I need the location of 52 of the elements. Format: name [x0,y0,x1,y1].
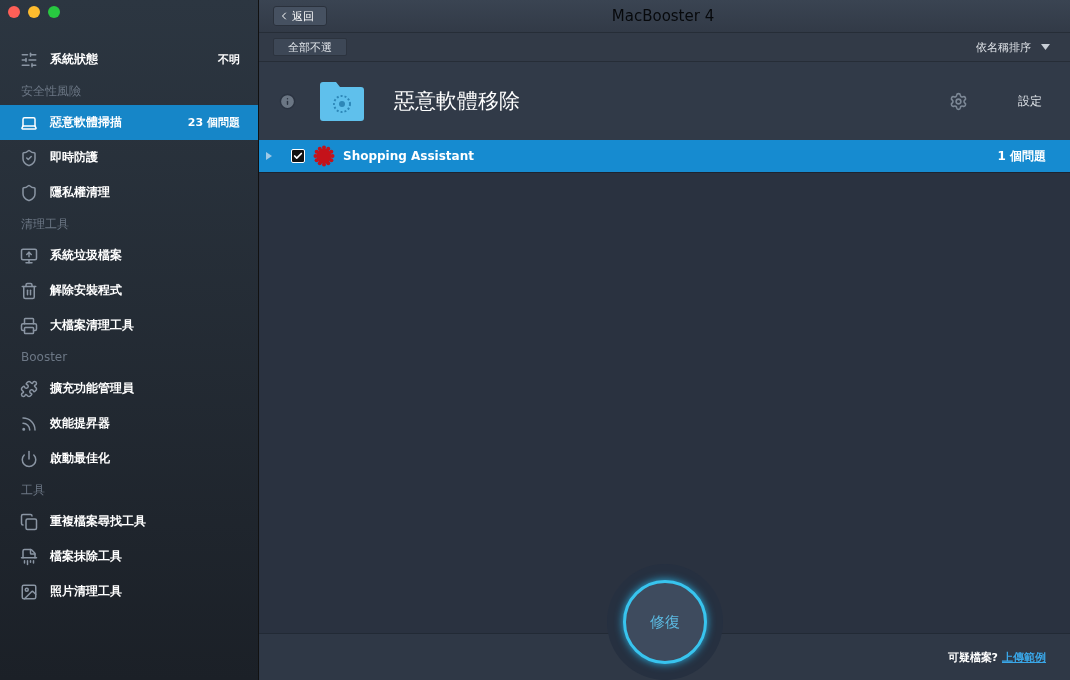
sidebar-section-label: 安全性風險 [20,82,82,100]
section-title: 惡意軟體移除 [394,88,521,115]
fix-button[interactable]: 修復 [623,580,707,664]
sidebar-item[interactable]: 隱私權清理 [0,175,258,210]
sidebar-item-icon [20,50,38,69]
sidebar-item-icon [20,449,38,468]
sidebar-item-status-text: 23 個問題 [187,115,240,130]
sidebar-item-icon [20,582,38,601]
sidebar-item[interactable]: 即時防護 [0,140,258,175]
sidebar-item-icon [20,512,38,531]
info-icon[interactable] [279,92,296,110]
sidebar-item[interactable]: 效能提昇器 [0,406,258,441]
threat-name: Shopping Assistant [343,149,474,163]
settings-button[interactable]: 設定 [1012,91,1048,111]
virus-icon [313,145,335,167]
suspicious-file-text: 可疑檔案? [947,649,998,665]
sidebar-item[interactable]: 系統狀態 不明 [0,42,258,77]
upload-sample-link[interactable]: 上傳範例 [1002,649,1046,665]
sidebar-item-icon [20,246,38,265]
folder-icon [318,81,366,121]
sidebar-item[interactable]: 擴充功能管理員 [0,371,258,406]
sidebar-item-icon [20,547,38,566]
caret-icon [1041,44,1050,50]
sidebar-item-icon [20,281,38,300]
sidebar-item-icon [20,414,38,433]
sidebar-item[interactable]: 解除安裝程式 [0,273,258,308]
sidebar-section-label: 清理工具 [20,215,70,233]
row-checkbox[interactable] [291,149,305,163]
close-button[interactable] [8,6,20,18]
deselect-all-button[interactable]: 全部不選 [273,38,347,56]
zoom-button[interactable] [48,6,60,18]
sidebar-item[interactable]: 系統垃圾檔案 [0,238,258,273]
issue-count: 1 個問題 [997,147,1046,165]
sidebar-section-label: 工具 [20,481,46,499]
sidebar-item-icon [20,379,38,398]
sidebar-item[interactable]: 檔案抹除工具 [0,539,258,574]
window-title: MacBooster 4 [610,7,716,25]
sidebar-item[interactable]: 惡意軟體掃描 23 個問題 [0,105,258,140]
sidebar-item[interactable]: 重複檔案尋找工具 [0,504,258,539]
sidebar-item-status-text: 不明 [218,52,240,67]
sidebar-item-icon [20,183,38,202]
sort-dropdown[interactable]: 依名稱排序 [970,38,1056,56]
settings-icon[interactable] [949,91,968,111]
sidebar-item-icon [20,148,38,167]
sidebar-item[interactable]: 大檔案清理工具 [0,308,258,343]
back-button[interactable]: 返回 [273,6,327,26]
sidebar-item[interactable]: 照片清理工具 [0,574,258,609]
threat-row[interactable]: Shopping Assistant 1 個問題 [259,140,1070,173]
sidebar-item-icon [20,316,38,335]
sidebar-item[interactable]: 啟動最佳化 [0,441,258,476]
sidebar-section-label: Booster [20,349,69,366]
minimize-button[interactable] [28,6,40,18]
